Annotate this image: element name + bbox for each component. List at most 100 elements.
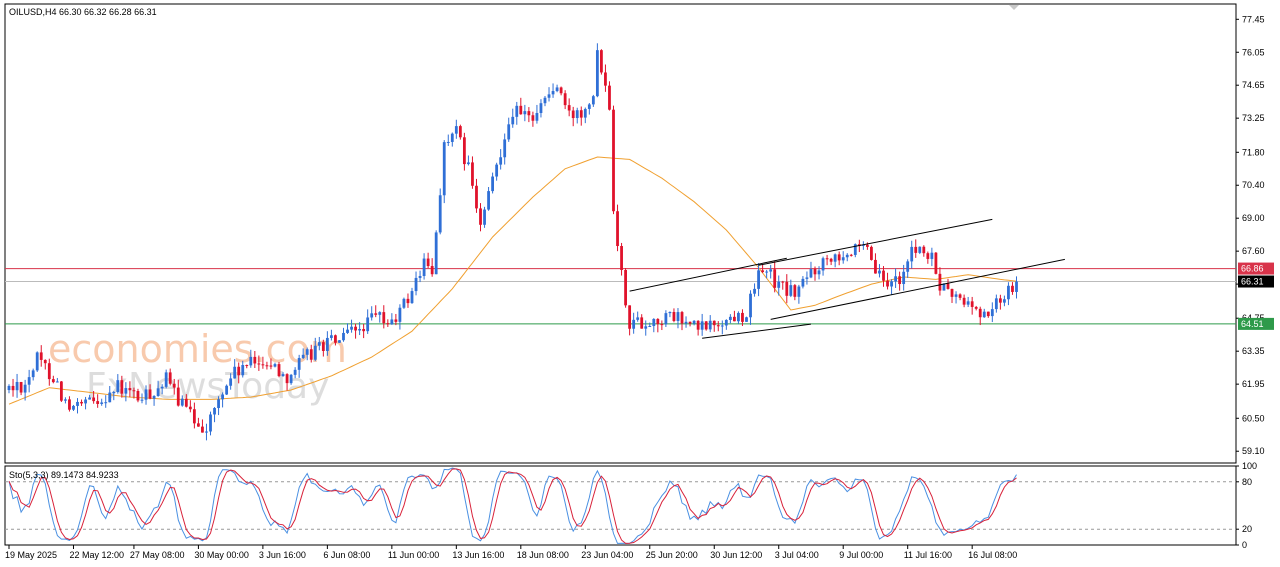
candle-body [249,356,253,366]
candle-body [583,108,587,118]
candle-body [192,409,196,424]
candle-body [7,385,11,391]
candle-body [350,326,353,330]
candle-body [962,297,966,305]
candle-body [724,319,728,326]
candle-body [72,405,75,410]
candle-body [793,285,797,297]
candle-body [704,321,708,330]
candle-body [946,283,950,289]
candle-body [660,324,664,326]
candle-body [894,276,897,282]
candle-body [543,97,547,104]
candle-body [422,258,426,277]
candle-body [998,298,1002,303]
candle-body [636,317,640,320]
candle-body [745,317,748,322]
candle-body [31,370,35,378]
candle-body [644,326,648,329]
candle-body [628,305,632,329]
candle-body [870,246,873,260]
candle-body [986,311,990,317]
candle-body [797,286,801,297]
candle-body [813,269,817,275]
candle-body [172,383,176,388]
candle-body [237,366,241,376]
time-tick-label: 22 May 12:00 [69,550,124,560]
candle-body [229,378,233,386]
candle-body [188,406,192,410]
candle-body [342,332,345,341]
candle-body [450,133,454,142]
candle-body [241,365,245,376]
chart-svg: economies.comFxNewsToday77.4576.0574.657… [4,3,1274,560]
candle-body [330,335,333,338]
candle-body [668,312,672,314]
candle-body [938,273,942,291]
candle-body [144,389,148,400]
candle-body [84,399,87,404]
candle-body [789,285,793,296]
candle-body [700,321,704,330]
candle-body [753,288,756,294]
price-tag-label-current: 66.31 [1241,277,1264,287]
candle-body [35,352,39,371]
candle-body [604,72,607,86]
candle-body [708,320,712,330]
candle-body [765,271,769,273]
candle-body [309,349,313,360]
candle-body [285,374,289,384]
candle-body [886,280,889,287]
candle-body [664,313,668,325]
time-tick-label: 9 Jul 00:00 [839,550,883,560]
candle-body [829,258,833,262]
candle-body [398,307,402,322]
candle-body [898,276,902,285]
candle-body [491,176,494,192]
candle-body [712,320,716,326]
candle-body [958,294,962,298]
candle-body [382,312,386,324]
candle-body [164,372,168,387]
candle-body [733,316,736,322]
candle-body [499,157,503,165]
candle-body [676,312,680,321]
candle-body [749,293,752,318]
candle-body [781,281,785,283]
candle-body [269,365,273,367]
candle-body [120,380,124,394]
price-tick-label: 60.50 [1242,413,1265,423]
candle-body [954,294,958,297]
price-tick-label: 63.35 [1242,346,1265,356]
candle-body [805,277,809,279]
candle-body [906,261,910,272]
candle-body [849,254,853,256]
time-tick-label: 6 Jun 08:00 [323,550,370,560]
candle-body [378,312,382,315]
candle-body [446,141,450,143]
candle-body [406,298,410,304]
candle-body [390,319,394,325]
candle-body [458,126,462,138]
candle-body [124,388,128,394]
candle-body [902,271,906,285]
candle-body [410,291,414,304]
candle-body [418,276,422,278]
candle-body [213,408,216,415]
price-tag-label-support: 64.51 [1241,319,1264,329]
time-tick-label: 30 May 00:00 [194,550,249,560]
time-tick-label: 13 Jun 16:00 [452,550,504,560]
candle-body [321,342,325,351]
candle-body [692,320,696,324]
candle-body [825,258,829,260]
candle-body [547,94,551,98]
candle-body [567,105,571,111]
candle-body [874,259,877,274]
candle-body [785,281,789,296]
candle-body [720,325,724,327]
candle-body [462,137,466,165]
candle-body [176,387,180,406]
candle-body [245,365,249,367]
candle-body [80,401,83,404]
candle-body [156,388,160,397]
